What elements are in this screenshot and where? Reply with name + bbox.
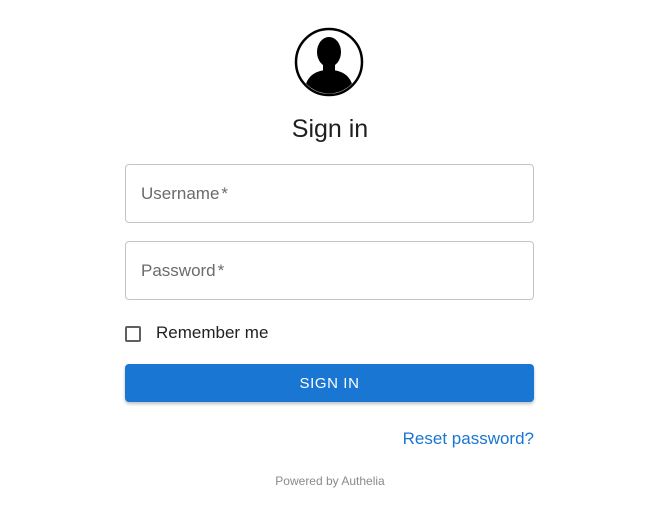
remember-me-label[interactable]: Remember me xyxy=(156,323,268,343)
remember-me-control[interactable]: Remember me xyxy=(125,321,268,345)
username-field[interactable]: Username * xyxy=(125,164,534,223)
user-silhouette-icon xyxy=(294,27,364,97)
remember-me-checkbox[interactable] xyxy=(125,325,141,342)
username-input[interactable] xyxy=(126,165,533,222)
password-input[interactable] xyxy=(126,242,533,299)
powered-by-footer: Powered by Authelia xyxy=(275,474,385,488)
page-title: Sign in xyxy=(291,115,369,143)
reset-password-link[interactable]: Reset password? xyxy=(403,429,534,449)
sign-in-button[interactable]: SIGN IN xyxy=(125,364,534,402)
user-avatar-icon xyxy=(294,27,364,97)
password-field[interactable]: Password * xyxy=(125,241,534,300)
